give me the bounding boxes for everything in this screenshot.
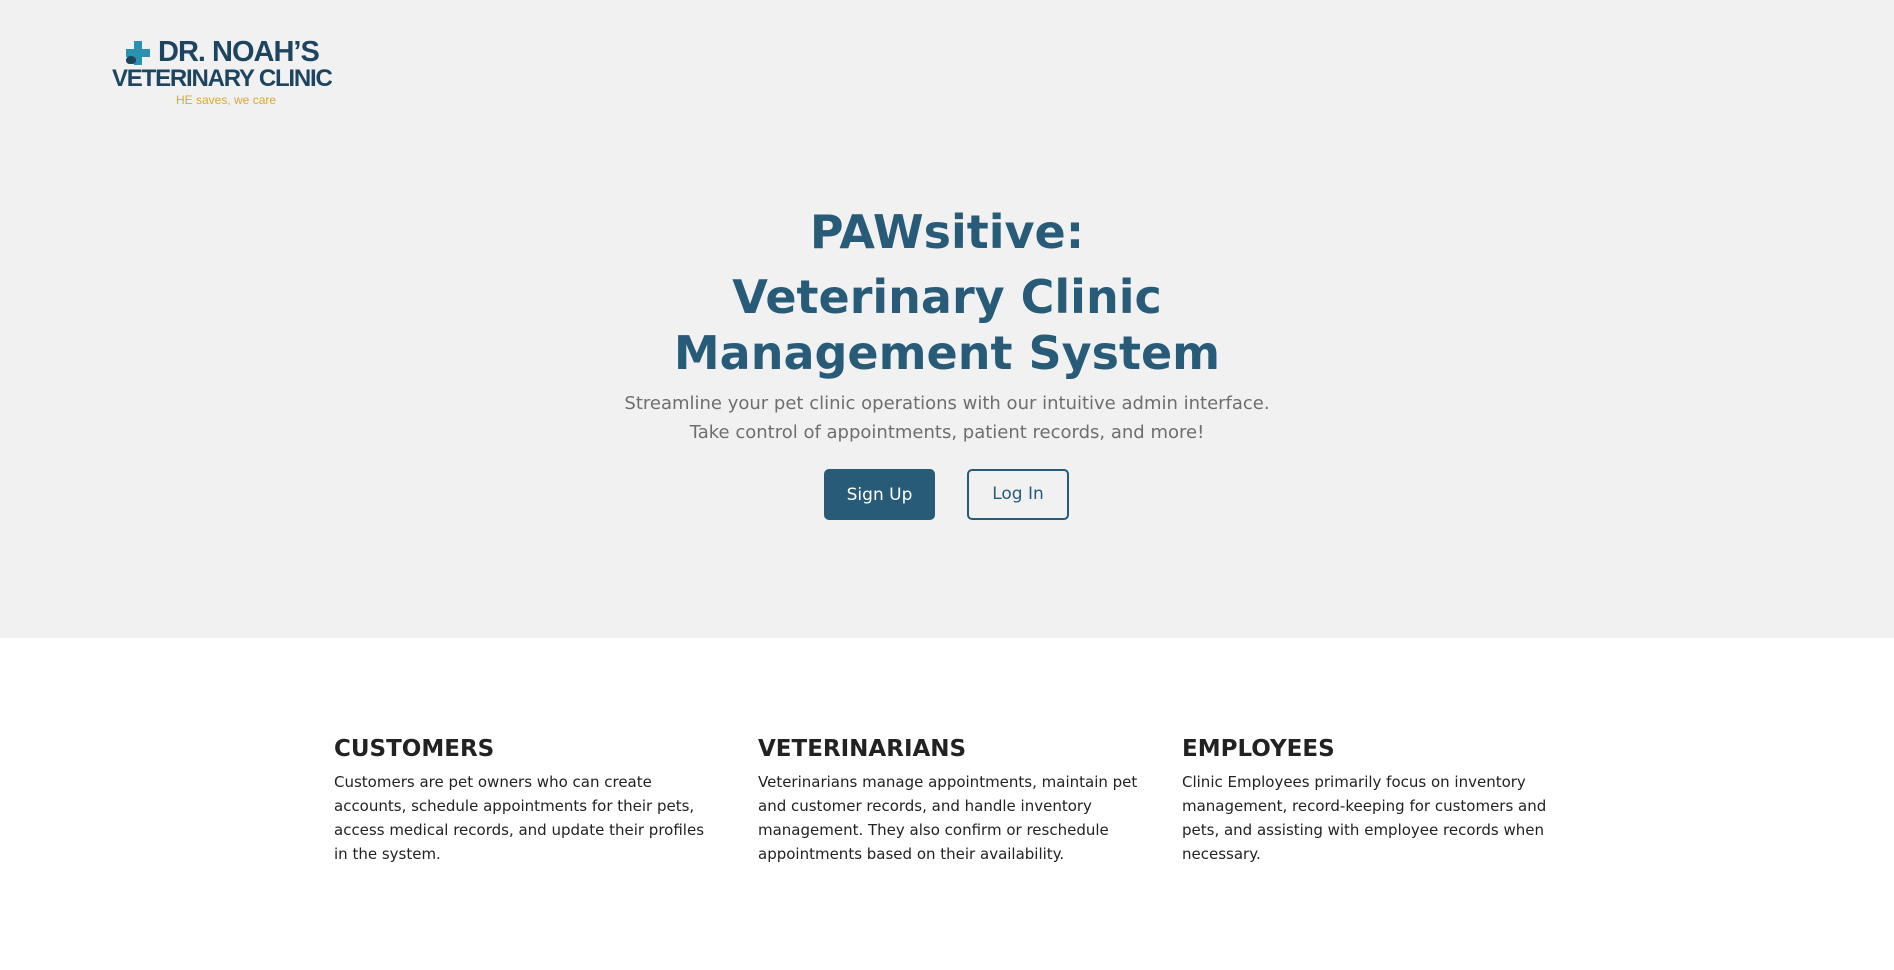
role-description: Veterinarians manage appointments, maint… — [758, 773, 1138, 863]
logo-tagline: HE saves, we care — [176, 93, 277, 107]
hero-section: DR. NOAH’S VETERINARY CLINIC HE saves, w… — [0, 0, 1894, 638]
role-title: VETERINARIANS — [758, 736, 967, 762]
hero-title-line2: Veterinary Clinic — [732, 270, 1162, 324]
sign-up-button[interactable]: Sign Up — [824, 469, 935, 520]
hero-subtitle-line1: Streamline your pet clinic operations wi… — [624, 393, 1270, 414]
role-description: Customers are pet owners who can create … — [334, 773, 705, 863]
logo-title-line2: VETERINARY CLINIC — [112, 65, 333, 92]
clinic-logo[interactable]: DR. NOAH’S VETERINARY CLINIC HE saves, w… — [110, 36, 333, 108]
role-title: EMPLOYEES — [1182, 736, 1335, 762]
role-card-veterinarians: VETERINARIANS Veterinarians manage appoi… — [758, 733, 1138, 866]
log-in-button[interactable]: Log In — [967, 469, 1069, 520]
logo-title-line1: DR. NOAH’S — [158, 36, 320, 68]
role-description: Clinic Employees primarily focus on inve… — [1182, 773, 1547, 863]
role-card-employees: EMPLOYEES Clinic Employees primarily foc… — [1182, 733, 1562, 866]
hero-title-line3: Management System — [673, 326, 1221, 380]
hero-subtitle-line2: Take control of appointments, patient re… — [689, 422, 1205, 443]
role-card-customers: CUSTOMERS Customers are pet owners who c… — [334, 733, 714, 866]
hero-title-line1: PAWsitive: — [809, 205, 1085, 259]
role-title: CUSTOMERS — [334, 736, 495, 762]
